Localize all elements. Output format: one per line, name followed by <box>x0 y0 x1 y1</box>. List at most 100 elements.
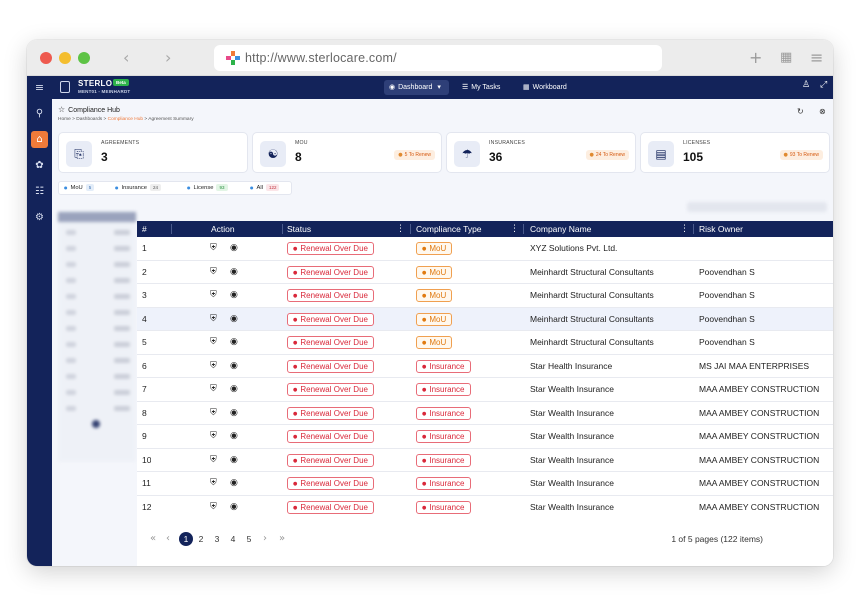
books-icon[interactable]: ☷ <box>31 183 48 200</box>
shield-icon[interactable]: ⛨ <box>210 243 217 253</box>
filter-tab-insurance[interactable]: ● Insurance 24 <box>115 182 161 194</box>
shield-icon[interactable]: ⛨ <box>210 290 217 300</box>
col-action[interactable]: Action <box>211 221 235 237</box>
prev-page-icon[interactable]: ‹ <box>164 532 172 546</box>
eye-icon[interactable]: ◉ <box>230 502 238 512</box>
shield-icon[interactable]: ⛨ <box>210 267 217 277</box>
hamburger-menu-icon[interactable]: ≡ <box>31 79 48 96</box>
risk-owner: Poovendhan S <box>699 313 755 324</box>
compliance-type-badge: Insurance <box>416 430 471 443</box>
eye-icon[interactable]: ◉ <box>230 361 238 371</box>
address-bar[interactable]: http://www.sterlocare.com/ <box>214 45 662 71</box>
eye-icon[interactable]: ◉ <box>230 243 238 253</box>
shield-icon[interactable]: ⛨ <box>210 384 217 394</box>
grid-icon[interactable]: ▦ <box>780 50 792 65</box>
breadcrumb-compliance-hub[interactable]: Compliance Hub <box>108 117 143 122</box>
shield-icon[interactable]: ⛨ <box>210 314 217 324</box>
settings-icon[interactable]: ⚙ <box>31 209 48 226</box>
menu-icon[interactable]: ≡ <box>810 48 823 67</box>
card-licenses[interactable]: ▤ LICENSES 105 93 To Renew <box>640 132 830 173</box>
table-row[interactable]: 4 ⛨ ◉ Renewal Over Due MoU Meinhardt Structur… <box>137 307 833 331</box>
nav-workboard[interactable]: ▦ Workboard <box>518 80 572 95</box>
eye-icon[interactable]: ◉ <box>230 337 238 347</box>
eye-icon[interactable]: ◉ <box>230 384 238 394</box>
shield-icon[interactable]: ⛨ <box>210 502 217 512</box>
network-icon[interactable]: ✿ <box>31 157 48 174</box>
risk-owner: MAA AMBEY CONSTRUCTION <box>699 384 820 394</box>
table-row[interactable]: 1 ⛨ ◉ Renewal Over Due MoU XYZ Solutions Pvt.… <box>137 237 833 261</box>
minimize-window-button[interactable] <box>59 52 71 64</box>
eye-icon[interactable]: ◉ <box>230 478 238 488</box>
maximize-window-button[interactable] <box>78 52 90 64</box>
expand-icon[interactable]: ⤢ <box>820 80 827 90</box>
close-circle-icon[interactable]: ⊗ <box>819 107 826 116</box>
col-compliance-type[interactable]: Compliance Type <box>416 221 482 237</box>
last-page-icon[interactable]: » <box>276 532 288 546</box>
col-status[interactable]: Status <box>287 221 311 237</box>
col-risk-owner[interactable]: Risk Owner <box>699 221 743 237</box>
search-icon[interactable]: ⚲ <box>31 105 48 122</box>
shield-icon[interactable]: ⛨ <box>210 337 217 347</box>
shield-icon[interactable]: ⛨ <box>210 455 217 465</box>
brand-name: STERLO <box>78 79 113 88</box>
bullet-icon: ● <box>115 185 119 190</box>
company-name: Meinhardt Structural Consultants <box>530 266 654 277</box>
shield-icon[interactable]: ⛨ <box>210 431 217 441</box>
pagination-info: 1 of 5 pages (122 items) <box>671 534 763 544</box>
main-content: ☆ Compliance Hub Home > Dashboards > Comp… <box>52 99 833 566</box>
table-row[interactable]: 11 ⛨ ◉ Renewal Over Due Insurance Star Wealth… <box>137 472 833 496</box>
nav-dashboard[interactable]: ◉ Dashboard ▾ <box>384 80 449 95</box>
shield-icon[interactable]: ⛨ <box>210 408 217 418</box>
first-page-icon[interactable]: « <box>147 532 159 546</box>
eye-icon[interactable]: ◉ <box>230 314 238 324</box>
table-row[interactable]: 8 ⛨ ◉ Renewal Over Due Insurance Star Wealth … <box>137 401 833 425</box>
card-insurances[interactable]: ☂ INSURANCES 36 24 To Renew <box>446 132 636 173</box>
page-3[interactable]: 3 <box>212 532 222 546</box>
new-tab-icon[interactable]: + <box>749 48 762 67</box>
card-label: AGREEMENTS <box>101 140 140 146</box>
home-icon[interactable]: ⌂ <box>31 131 48 148</box>
eye-icon[interactable]: ◉ <box>230 408 238 418</box>
table-row[interactable]: 3 ⛨ ◉ Renewal Over Due MoU Meinhardt Structur… <box>137 284 833 308</box>
shield-icon[interactable]: ⛨ <box>210 361 217 371</box>
table-row[interactable]: 10 ⛨ ◉ Renewal Over Due Insurance Star Wealth… <box>137 448 833 472</box>
table-row[interactable]: 5 ⛨ ◉ Renewal Over Due MoU Meinhardt Structur… <box>137 331 833 355</box>
filter-tab-license[interactable]: ● License 93 <box>187 182 228 194</box>
column-menu-icon[interactable]: ⋮ <box>396 221 405 237</box>
page-1[interactable]: 1 <box>179 532 193 546</box>
eye-icon[interactable]: ◉ <box>230 290 238 300</box>
eye-icon[interactable]: ◉ <box>230 455 238 465</box>
nav-my-tasks[interactable]: ☰ My Tasks <box>457 80 505 95</box>
eye-icon[interactable]: ◉ <box>230 267 238 277</box>
close-window-button[interactable] <box>40 52 52 64</box>
compliance-table: # Action Status ⋮ Compliance Type ⋮ Comp… <box>137 221 833 566</box>
chevron-right-icon[interactable]: › <box>165 48 171 67</box>
table-row[interactable]: 2 ⛨ ◉ Renewal Over Due MoU Meinhardt Structur… <box>137 260 833 284</box>
user-icon[interactable]: ♙ <box>802 80 810 90</box>
table-row[interactable]: 7 ⛨ ◉ Renewal Over Due Insurance Star Wealth … <box>137 378 833 402</box>
column-menu-icon[interactable]: ⋮ <box>680 221 689 237</box>
breadcrumb-home[interactable]: Home <box>58 117 71 122</box>
column-menu-icon[interactable]: ⋮ <box>510 221 519 237</box>
page-5[interactable]: 5 <box>244 532 254 546</box>
shield-icon[interactable]: ⛨ <box>210 478 217 488</box>
table-row[interactable]: 6 ⛨ ◉ Renewal Over Due Insurance Star Health … <box>137 354 833 378</box>
refresh-icon[interactable]: ↻ <box>797 107 804 116</box>
filter-count: 122 <box>265 184 280 191</box>
col-num[interactable]: # <box>142 221 147 237</box>
next-page-icon[interactable]: › <box>261 532 269 546</box>
table-row[interactable]: 9 ⛨ ◉ Renewal Over Due Insurance Star Wealth … <box>137 425 833 449</box>
star-icon[interactable]: ☆ <box>58 105 65 114</box>
breadcrumb-dashboards[interactable]: Dashboards <box>76 117 102 122</box>
card-agreements[interactable]: ⎘ AGREEMENTS 3 <box>58 132 248 173</box>
page-2[interactable]: 2 <box>196 532 206 546</box>
browser-chrome: ‹ › http://www.sterlocare.com/ + ▦ ≡ <box>27 40 833 76</box>
chevron-left-icon[interactable]: ‹ <box>123 48 129 67</box>
page-4[interactable]: 4 <box>228 532 238 546</box>
eye-icon[interactable]: ◉ <box>230 431 238 441</box>
filter-tab-all[interactable]: ● All 122 <box>250 182 280 194</box>
card-mou[interactable]: ☯ MOU 8 5 To Renew <box>252 132 442 173</box>
filter-tab-mou[interactable]: ● MoU 5 <box>64 182 95 194</box>
col-company-name[interactable]: Company Name <box>530 221 591 237</box>
table-row[interactable]: 12 ⛨ ◉ Renewal Over Due Insurance Star Wealth… <box>137 495 833 518</box>
